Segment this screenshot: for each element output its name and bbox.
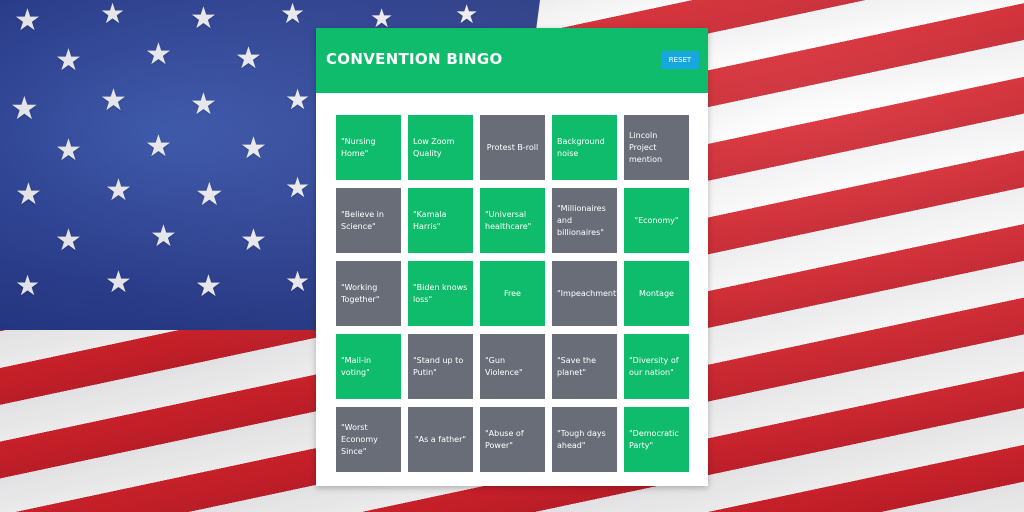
bingo-cell[interactable]: "Abuse of Power" bbox=[480, 407, 545, 472]
bingo-cell[interactable]: Free bbox=[480, 261, 545, 326]
bingo-cell[interactable]: "Stand up to Putin" bbox=[408, 334, 473, 399]
star-icon: ★ bbox=[55, 133, 82, 168]
star-icon: ★ bbox=[100, 83, 127, 118]
star-icon: ★ bbox=[55, 223, 82, 258]
page-title: CONVENTION BINGO bbox=[326, 50, 503, 68]
bingo-cell[interactable]: Protest B-roll bbox=[480, 115, 545, 180]
star-icon: ★ bbox=[190, 1, 217, 36]
star-icon: ★ bbox=[105, 173, 132, 208]
star-icon: ★ bbox=[145, 37, 172, 72]
star-icon: ★ bbox=[14, 3, 41, 38]
bingo-cell[interactable]: "Democratic Party" bbox=[624, 407, 689, 472]
bingo-cell[interactable]: "Impeachment" bbox=[552, 261, 617, 326]
star-icon: ★ bbox=[105, 265, 132, 300]
card-header: CONVENTION BINGO RESET bbox=[316, 28, 708, 93]
bingo-cell[interactable]: "Tough days ahead" bbox=[552, 407, 617, 472]
star-icon: ★ bbox=[455, 0, 479, 30]
star-icon: ★ bbox=[195, 175, 224, 213]
bingo-grid: "Nursing Home" Low Zoom Quality Protest B-… bbox=[336, 115, 689, 472]
bingo-cell[interactable]: "Save the planet" bbox=[552, 334, 617, 399]
star-icon: ★ bbox=[280, 0, 306, 30]
bingo-cell[interactable]: Montage bbox=[624, 261, 689, 326]
star-icon: ★ bbox=[145, 129, 172, 164]
star-icon: ★ bbox=[235, 41, 262, 76]
star-icon: ★ bbox=[100, 0, 126, 30]
star-icon: ★ bbox=[195, 269, 222, 304]
bingo-cell[interactable]: "Worst Economy Since" bbox=[336, 407, 401, 472]
bingo-card: CONVENTION BINGO RESET "Nursing Home" Low… bbox=[316, 28, 708, 486]
star-icon: ★ bbox=[240, 131, 267, 166]
bingo-cell[interactable]: "Believe in Science" bbox=[336, 188, 401, 253]
star-icon: ★ bbox=[10, 89, 39, 127]
bingo-cell[interactable]: "As a father" bbox=[408, 407, 473, 472]
star-icon: ★ bbox=[55, 43, 82, 78]
bingo-cell[interactable]: "Biden knows loss" bbox=[408, 261, 473, 326]
star-icon: ★ bbox=[285, 83, 311, 116]
bingo-cell[interactable]: "Kamala Harris" bbox=[408, 188, 473, 253]
star-icon: ★ bbox=[285, 265, 311, 298]
bingo-cell[interactable]: Background noise bbox=[552, 115, 617, 180]
star-icon: ★ bbox=[285, 171, 311, 204]
star-icon: ★ bbox=[190, 87, 217, 122]
star-icon: ★ bbox=[150, 219, 177, 254]
star-icon: ★ bbox=[15, 177, 42, 212]
bingo-cell[interactable]: "Universal healthcare" bbox=[480, 188, 545, 253]
bingo-cell[interactable]: Low Zoom Quality bbox=[408, 115, 473, 180]
star-icon: ★ bbox=[15, 269, 41, 302]
bingo-cell[interactable]: "Mail-in voting" bbox=[336, 334, 401, 399]
bingo-cell[interactable]: "Millionaires and billionaires" bbox=[552, 188, 617, 253]
bingo-cell[interactable]: "Gun Violence" bbox=[480, 334, 545, 399]
bingo-cell[interactable]: Lincoln Project mention bbox=[624, 115, 689, 180]
bingo-cell[interactable]: "Nursing Home" bbox=[336, 115, 401, 180]
bingo-cell[interactable]: "Diversity of our nation" bbox=[624, 334, 689, 399]
bingo-cell[interactable]: "Economy" bbox=[624, 188, 689, 253]
bingo-cell[interactable]: "Working Together" bbox=[336, 261, 401, 326]
reset-button[interactable]: RESET bbox=[661, 51, 699, 69]
star-icon: ★ bbox=[240, 223, 267, 258]
